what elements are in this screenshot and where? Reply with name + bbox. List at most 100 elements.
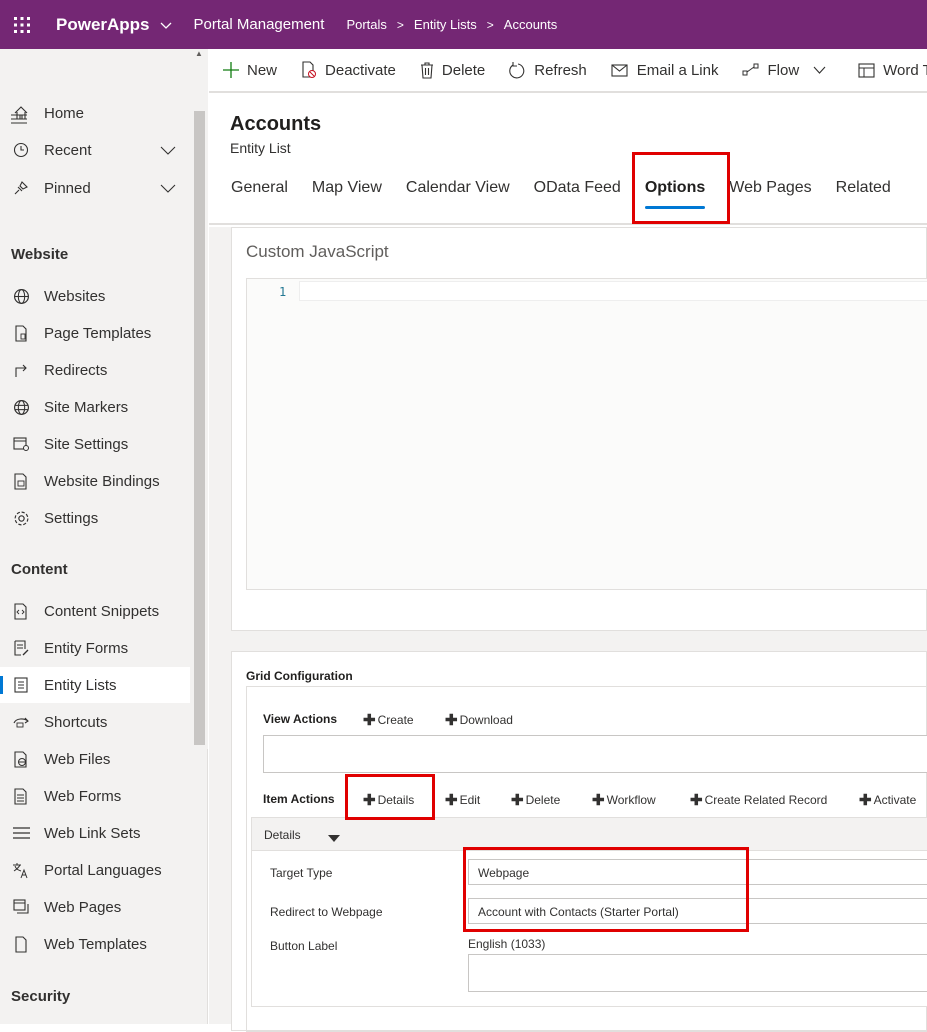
tab-related[interactable]: Related [836,179,891,197]
web-template-icon [11,934,31,954]
sidebar-item-page-templates[interactable]: Page Templates [0,315,190,351]
line-number: 1 [279,285,287,299]
sidebar-item-site-markers[interactable]: Site Markers [0,389,190,425]
sidebar-item-label: Home [44,104,85,122]
globe-icon [11,286,31,306]
tab-web-pages[interactable]: Web Pages [729,179,811,197]
action-label: Activate [873,793,917,807]
breadcrumb-entity-lists[interactable]: Entity Lists [414,17,477,32]
section-title: Custom JavaScript [246,242,389,261]
scrollbar-thumb[interactable] [194,111,205,745]
shortcut-icon [11,712,31,732]
action-label: Download [459,713,513,727]
sidebar-item-entity-forms[interactable]: Entity Forms [0,630,190,666]
action-label: Create Related Record [704,793,828,807]
sidebar-item-entity-lists[interactable]: Entity Lists [0,667,190,703]
new-button[interactable]: New [223,62,277,79]
sidebar-item-home[interactable]: Home [0,95,190,131]
sidebar-item-web-link-sets[interactable]: Web Link Sets [0,815,190,851]
view-actions-label: View Actions [263,712,338,726]
waffle-icon[interactable] [0,0,44,49]
action-label: Delete [525,793,561,807]
portal-name[interactable]: Portal Management [194,16,325,33]
redirect-to-webpage-label: Redirect to Webpage [270,905,383,919]
add-workflow-action-button[interactable]: ✚ Workflow [592,791,656,809]
email-link-button-label: Email a Link [636,61,719,79]
pin-icon [11,178,31,198]
sidebar-item-label: Content Snippets [44,602,160,620]
sidebar-item-pinned[interactable]: Pinned [0,170,190,206]
refresh-button[interactable]: Refresh [509,61,587,79]
word-templates-button[interactable]: Word Ter [858,62,927,79]
deactivate-button[interactable]: Deactivate [301,61,396,79]
language-icon [11,860,31,880]
sidebar-item-website-bindings[interactable]: Website Bindings [0,463,190,499]
page-title: Accounts [230,113,322,135]
add-activate-action-button[interactable]: ✚ Activate [859,791,916,809]
details-action-title: Details [264,828,301,842]
app-switcher-chevron-icon[interactable] [160,17,172,33]
sidebar-item-content-snippets[interactable]: Content Snippets [0,593,190,629]
action-label: Edit [459,793,481,807]
add-delete-action-button[interactable]: ✚ Delete [511,791,560,809]
sidebar-item-label: Site Markers [44,398,129,416]
button-label-input[interactable] [468,954,927,992]
sidebar-item-label: Entity Forms [44,639,129,657]
snippet-icon [11,601,31,621]
sidebar-item-label: Entity Lists [44,676,117,694]
breadcrumb-portals[interactable]: Portals [346,17,386,32]
flow-button[interactable]: Flow [742,62,834,79]
sidebar-item-web-pages[interactable]: Web Pages [0,889,190,925]
section-security: Security [11,988,71,1005]
sidebar-item-portal-languages[interactable]: Portal Languages [0,852,190,888]
add-create-action-button[interactable]: ✚ Create [363,711,414,729]
sidebar-item-websites[interactable]: Websites [0,278,190,314]
sidebar-item-redirects[interactable]: Redirects [0,352,190,388]
scroll-up-icon[interactable]: ▲ [195,49,203,58]
custom-javascript-section: Custom JavaScript 1 [231,227,927,631]
sidebar-item-settings[interactable]: Settings [0,500,190,536]
record-header: Accounts Entity List General Map View Ca… [209,95,927,225]
item-actions-label: Item Actions [263,792,335,806]
sidebar-item-web-files[interactable]: Web Files [0,741,190,777]
sidebar-item-web-forms[interactable]: Web Forms [0,778,190,814]
sidebar-scrollbar[interactable]: ▲ [191,49,208,749]
language-label: English (1033) [468,937,546,951]
form-icon [11,638,31,658]
web-form-icon [11,786,31,806]
add-create-related-record-action-button[interactable]: ✚ Create Related Record [690,791,827,809]
section-title: Grid Configuration [246,669,353,683]
view-actions-container[interactable] [263,735,927,773]
add-edit-action-button[interactable]: ✚ Edit [445,791,480,809]
tab-odata-feed[interactable]: OData Feed [534,179,621,197]
sidebar-item-label: Web Templates [44,935,147,953]
add-download-action-button[interactable]: ✚ Download [445,711,513,729]
editor-current-line[interactable] [299,281,927,301]
clock-icon [11,140,31,160]
refresh-icon [509,61,525,78]
app-name[interactable]: PowerApps [56,15,150,35]
delete-button[interactable]: Delete [420,62,485,79]
redirect-icon [11,360,31,380]
sidebar-item-recent[interactable]: Recent [0,132,190,168]
options-tab-highlight [632,152,730,224]
tab-map-view[interactable]: Map View [312,179,382,197]
word-templates-button-label: Word Ter [883,61,927,79]
sidebar-item-label: Web Forms [44,787,122,805]
sidebar-item-site-settings[interactable]: Site Settings [0,426,190,462]
email-link-button[interactable]: Email a Link [611,61,719,79]
plus-icon: ✚ [592,792,605,809]
sidebar-item-shortcuts[interactable]: Shortcuts [0,704,190,740]
tab-general[interactable]: General [231,179,288,197]
tab-calendar-view[interactable]: Calendar View [406,179,510,197]
chevron-down-icon[interactable] [160,142,176,159]
code-editor[interactable]: 1 [246,278,927,590]
breadcrumb-accounts[interactable]: Accounts [504,17,557,32]
chevron-down-icon[interactable] [160,180,176,197]
sidebar-item-label: Website Bindings [44,472,160,490]
sidebar-item-label: Page Templates [44,324,152,342]
chevron-down-icon[interactable] [813,66,826,74]
sidebar-item-web-templates[interactable]: Web Templates [0,926,190,962]
word-template-icon [858,62,875,78]
caret-down-icon[interactable] [328,831,340,845]
